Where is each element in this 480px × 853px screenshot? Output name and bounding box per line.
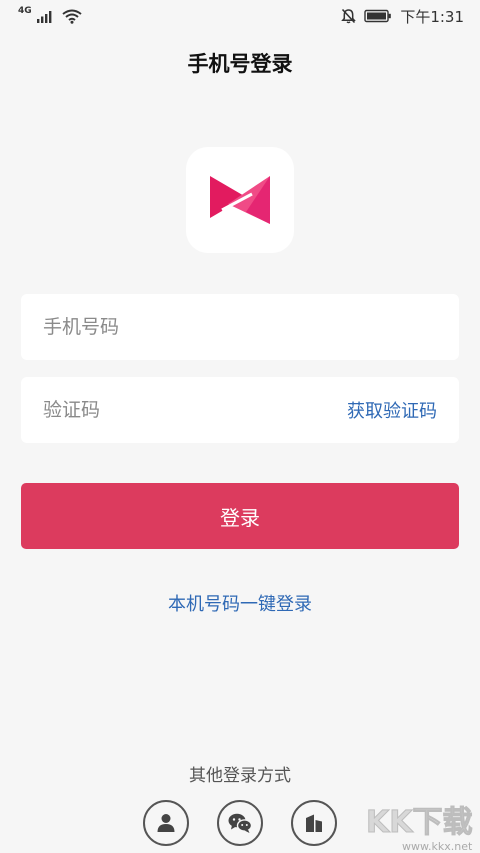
code-input[interactable] [43, 399, 283, 421]
page-title: 手机号登录 [187, 52, 293, 76]
network-type: 4G [18, 6, 32, 16]
app-logo [186, 147, 294, 253]
phone-field [21, 294, 459, 360]
mute-bell-icon [341, 8, 357, 24]
app-logo-icon [210, 176, 270, 224]
battery-icon [364, 9, 392, 23]
login-button[interactable]: 登录 [21, 483, 459, 549]
user-login-button[interactable] [143, 800, 189, 846]
watermark-text: KK下载 [366, 805, 473, 840]
status-right: 下午1:31 [341, 6, 464, 27]
phone-input[interactable] [43, 316, 283, 338]
other-login-label: 其他登录方式 [189, 766, 291, 786]
watermark-logo: KK下载 www.kkx.net [366, 805, 474, 853]
building-icon [306, 814, 322, 832]
get-code-button[interactable]: 获取验证码 [347, 397, 437, 423]
code-field: 获取验证码 [21, 377, 459, 443]
wifi-icon [62, 9, 82, 24]
watermark-url: www.kkx.net [402, 840, 473, 853]
status-time: 下午1:31 [400, 7, 464, 26]
signal-icon [36, 11, 52, 23]
status-bar: 4G 下午1:31 [0, 0, 480, 32]
one-key-login-link[interactable]: 本机号码一键登录 [0, 590, 480, 616]
company-login-button[interactable] [291, 800, 337, 846]
wechat-login-button[interactable] [217, 800, 263, 846]
user-icon [157, 814, 175, 832]
wechat-icon [228, 813, 253, 833]
status-left: 4G [18, 6, 82, 24]
